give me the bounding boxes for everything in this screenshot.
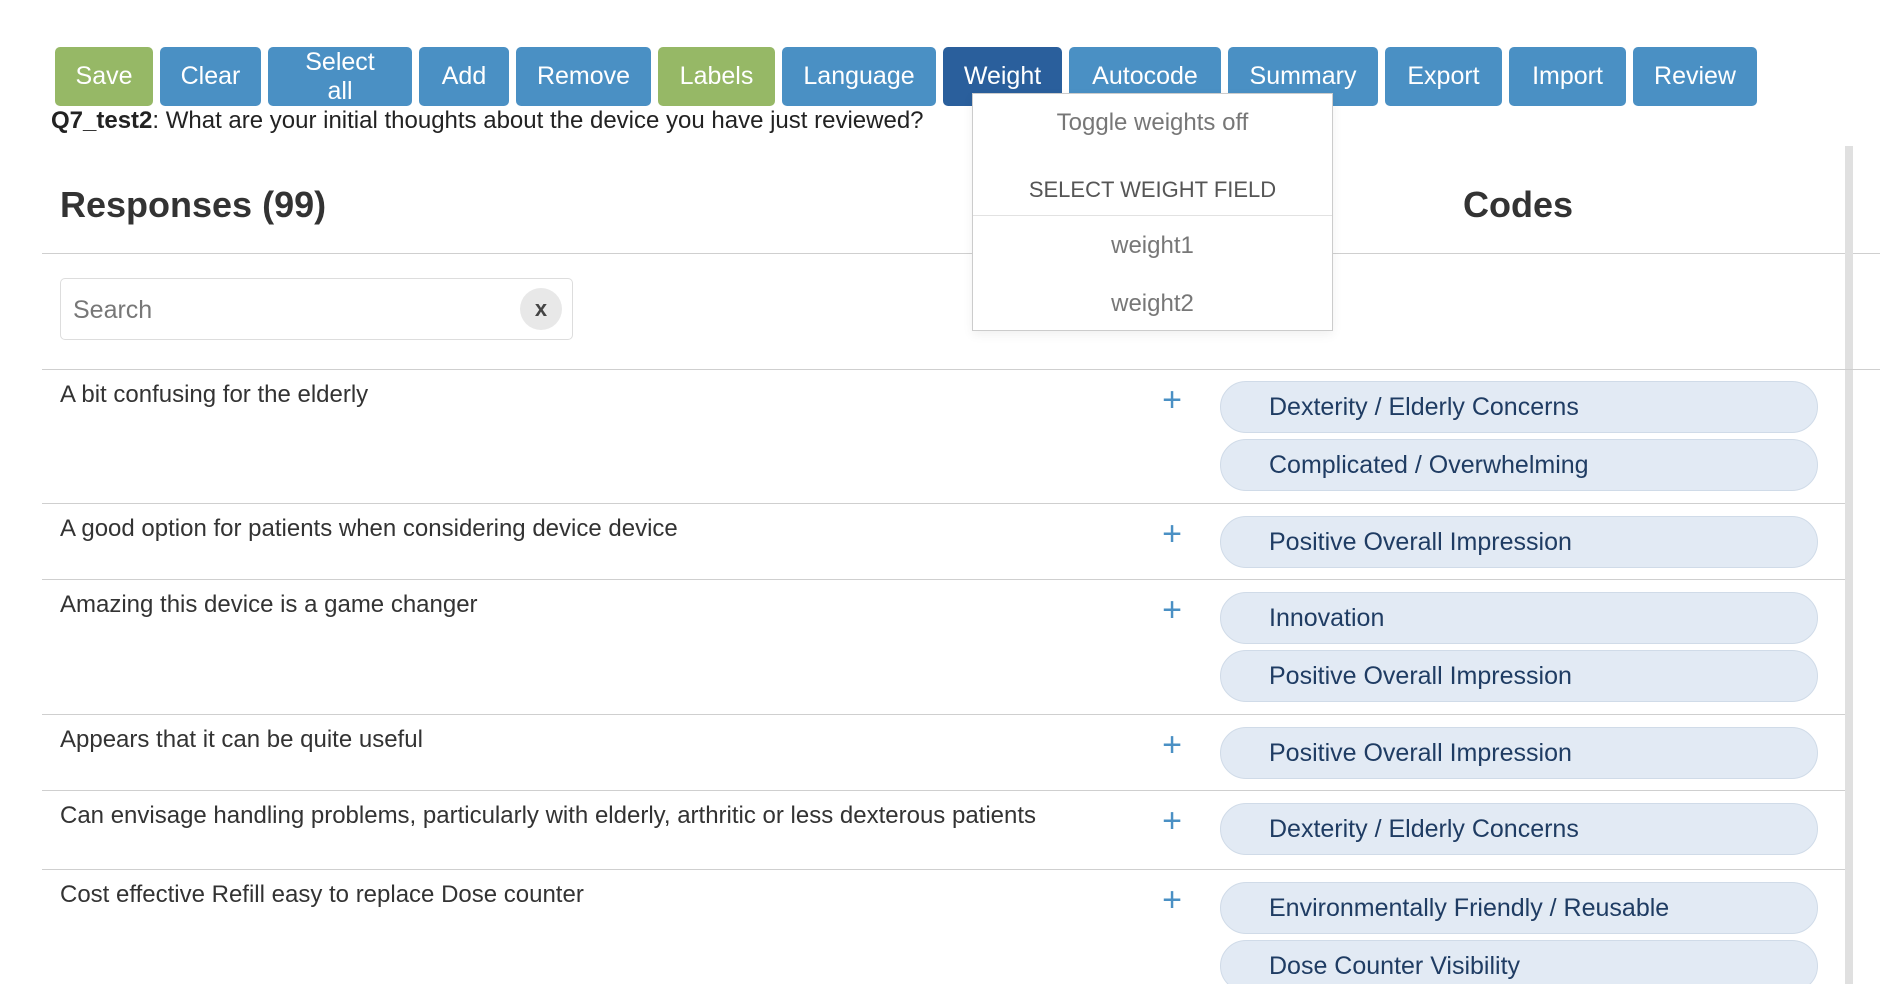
select-all-button[interactable]: Select all	[268, 47, 412, 106]
scrollbar[interactable]	[1845, 146, 1853, 984]
clear-button[interactable]: Clear	[160, 47, 261, 106]
response-text[interactable]: Cost effective Refill easy to replace Do…	[60, 881, 584, 909]
search-box: x	[60, 278, 573, 341]
toolbar: Save Clear Select all Add Remove Labels …	[55, 47, 1757, 106]
row-divider	[42, 503, 1845, 504]
row-divider	[42, 369, 1880, 370]
language-button[interactable]: Language	[782, 47, 936, 106]
code-pill[interactable]: Dexterity / Elderly Concerns	[1220, 803, 1818, 855]
toggle-weights-off-item[interactable]: Toggle weights off	[973, 109, 1332, 137]
row-divider	[42, 579, 1845, 580]
export-button[interactable]: Export	[1385, 47, 1502, 106]
code-pill[interactable]: Dose Counter Visibility	[1220, 940, 1818, 984]
add-code-plus-icon[interactable]: +	[1157, 517, 1187, 551]
search-input[interactable]	[71, 279, 475, 341]
add-code-plus-icon[interactable]: +	[1157, 383, 1187, 417]
row-divider	[42, 790, 1845, 791]
code-pill[interactable]: Positive Overall Impression	[1220, 727, 1818, 779]
add-button[interactable]: Add	[419, 47, 509, 106]
save-button[interactable]: Save	[55, 47, 153, 106]
coding-page: Save Clear Select all Add Remove Labels …	[0, 0, 1880, 984]
response-text[interactable]: A bit confusing for the elderly	[60, 381, 368, 409]
row-divider	[42, 714, 1845, 715]
weight-field-option[interactable]: weight1	[973, 232, 1332, 260]
import-button[interactable]: Import	[1509, 47, 1626, 106]
header-divider	[42, 253, 1880, 254]
row-divider	[42, 869, 1845, 870]
weight-dropdown-menu: Toggle weights off SELECT WEIGHT FIELD w…	[972, 93, 1333, 331]
response-text[interactable]: Appears that it can be quite useful	[60, 726, 423, 754]
question-id: Q7_test2	[51, 107, 153, 134]
response-text[interactable]: Amazing this device is a game changer	[60, 591, 478, 619]
responses-heading: Responses (99)	[60, 184, 327, 225]
question-text: : What are your initial thoughts about t…	[152, 107, 924, 134]
weight-field-section-header: SELECT WEIGHT FIELD	[1028, 177, 1277, 202]
code-pill[interactable]: Dexterity / Elderly Concerns	[1220, 381, 1818, 433]
response-text[interactable]: A good option for patients when consider…	[60, 515, 678, 543]
add-code-plus-icon[interactable]: +	[1157, 883, 1187, 917]
review-button[interactable]: Review	[1633, 47, 1757, 106]
code-pill[interactable]: Environmentally Friendly / Reusable	[1220, 882, 1818, 934]
code-pill[interactable]: Positive Overall Impression	[1220, 650, 1818, 702]
question-line: Q7_test2: What are your initial thoughts…	[51, 107, 924, 135]
code-pill[interactable]: Innovation	[1220, 592, 1818, 644]
add-code-plus-icon[interactable]: +	[1157, 728, 1187, 762]
code-pill[interactable]: Complicated / Overwhelming	[1220, 439, 1818, 491]
add-code-plus-icon[interactable]: +	[1157, 593, 1187, 627]
add-code-plus-icon[interactable]: +	[1157, 804, 1187, 838]
remove-button[interactable]: Remove	[516, 47, 651, 106]
dropdown-divider	[973, 215, 1332, 216]
weight-field-option[interactable]: weight2	[973, 290, 1332, 318]
response-text[interactable]: Can envisage handling problems, particul…	[60, 802, 1036, 830]
code-pill[interactable]: Positive Overall Impression	[1220, 516, 1818, 568]
codes-heading: Codes	[1463, 184, 1574, 225]
search-clear-button[interactable]: x	[520, 288, 562, 330]
labels-button[interactable]: Labels	[658, 47, 775, 106]
